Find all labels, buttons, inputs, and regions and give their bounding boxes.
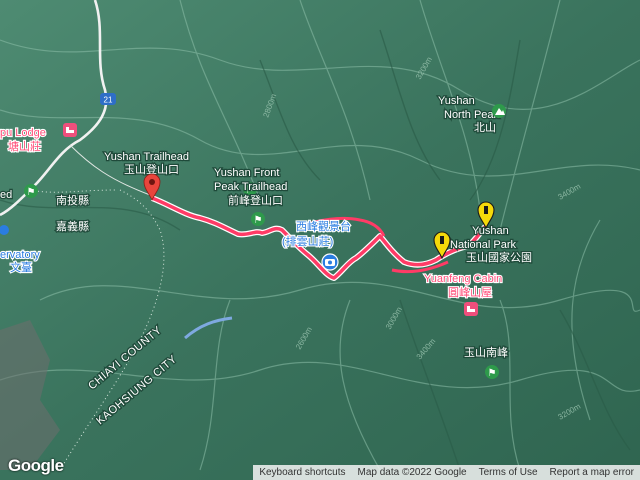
national-park-label-1: Yushan [472, 225, 509, 237]
hd-label: ed [0, 189, 12, 201]
west-peak-label-zh: 西峰觀景台 [296, 219, 351, 233]
report-map-error-link[interactable]: Report a map error [544, 465, 640, 480]
hiker-icon[interactable]: ⚑ [485, 365, 499, 379]
front-peak-label-2: Peak Trailhead [214, 181, 287, 193]
lodging-icon[interactable] [464, 302, 478, 316]
observatory-label-zh: 文臺 [10, 260, 32, 274]
front-peak-label-zh: 前峰登山口 [228, 193, 283, 207]
observatory-label: ervatory [0, 249, 40, 261]
trailhead-label: Yushan Trailhead [104, 151, 189, 163]
lodging-icon[interactable] [63, 123, 77, 137]
hiker-icon[interactable]: ⚑ [24, 184, 38, 198]
nantou-label: 南投縣 [56, 193, 89, 207]
north-peak-label-zh: 北山 [474, 121, 496, 134]
peak-icon[interactable] [492, 104, 506, 118]
road-shield-icon: 21 [100, 93, 116, 105]
map-data-attribution: Map data ©2022 Google [357, 467, 467, 478]
north-peak-label-1: Yushan [438, 95, 475, 107]
terms-of-use-link[interactable]: Terms of Use [473, 465, 544, 480]
lodge-label-zh: 塘山莊 [8, 139, 41, 153]
national-park-label-zh: 玉山國家公園 [466, 250, 532, 264]
map-footer: Keyboard shortcuts Map data ©2022 Google… [253, 465, 640, 480]
front-peak-label-1: Yushan Front [214, 167, 279, 179]
chiayi-label: 嘉義縣 [56, 219, 89, 233]
svg-text:⚑: ⚑ [488, 368, 497, 379]
google-logo[interactable]: Google [8, 456, 64, 476]
svg-text:⚑: ⚑ [254, 215, 263, 226]
south-peak-label-zh: 玉山南峰 [464, 346, 508, 359]
terrain-map[interactable]: 2800m 3200m 3400m 3000m 2600m 3200m 3400… [0, 0, 640, 480]
cabin-label: Yuanfeng Cabin [424, 273, 502, 285]
north-peak-label-2: North Peak [444, 109, 500, 121]
national-park-label-2: National Park [450, 239, 517, 251]
lodge-label: pu Lodge [0, 127, 46, 139]
hiker-icon[interactable]: ⚑ [251, 212, 265, 226]
road-number: 21 [104, 96, 113, 105]
keyboard-shortcuts-link[interactable]: Keyboard shortcuts [253, 465, 351, 480]
svg-text:⚑: ⚑ [27, 187, 36, 198]
west-peak-label-zh-2: (排雲山莊) [282, 234, 333, 248]
cabin-label-zh: 圓峰山屋 [448, 286, 492, 299]
camera-icon[interactable] [321, 253, 339, 271]
